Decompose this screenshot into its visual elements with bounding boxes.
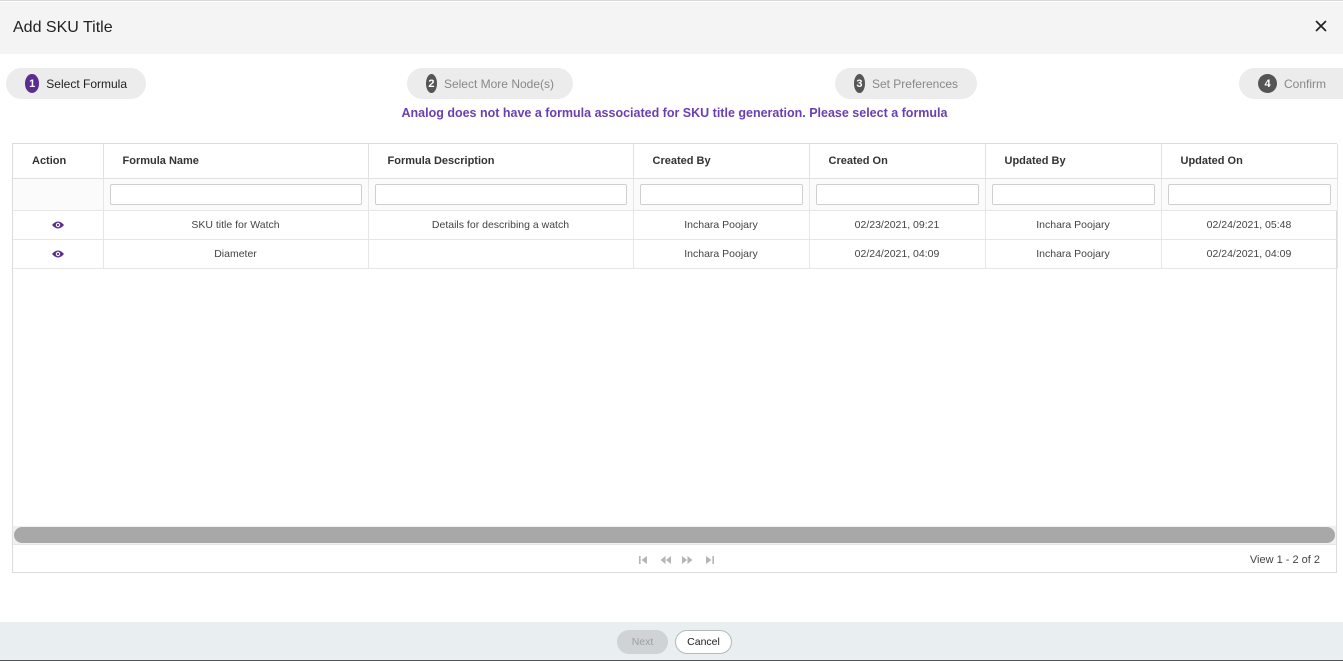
filter-cell	[368, 178, 634, 211]
filter-cell-action	[13, 178, 104, 211]
created-by-cell: Inchara Poojary	[633, 210, 810, 240]
next-page-icon[interactable]	[681, 553, 694, 565]
filter-updated-by-input[interactable]	[991, 183, 1155, 205]
table-row[interactable]: SKU title for Watch Details for describi…	[13, 210, 1338, 240]
created-by-cell: Inchara Poojary	[633, 239, 810, 269]
eye-icon[interactable]	[51, 220, 65, 230]
formula-notice: Analog does not have a formula associate…	[401, 106, 948, 120]
step-label: Select More Node(s)	[443, 76, 554, 91]
header-row: Action Formula Name Formula Description …	[13, 144, 1338, 179]
filter-created-by-input[interactable]	[639, 183, 803, 205]
filter-formula-description-input[interactable]	[374, 183, 627, 205]
dialog-title: Add SKU Title	[13, 19, 113, 36]
column-header-created-on[interactable]: Created On	[809, 144, 986, 179]
formula-table: Action Formula Name Formula Description …	[13, 144, 1338, 269]
filter-created-on-input[interactable]	[815, 183, 979, 205]
step-label: Confirm	[1284, 76, 1327, 91]
formula-grid: Action Formula Name Formula Description …	[12, 143, 1338, 573]
step-number: 1	[25, 74, 40, 93]
updated-by-cell: Inchara Poojary	[985, 210, 1162, 240]
column-header-formula-name[interactable]: Formula Name	[103, 144, 369, 179]
filter-updated-on-input[interactable]	[1167, 183, 1331, 205]
dialog-header: Add SKU Title	[0, 2, 1343, 54]
updated-on-cell: 02/24/2021, 05:48	[1161, 210, 1338, 240]
prev-page-icon[interactable]	[659, 553, 672, 565]
column-header-action[interactable]: Action	[13, 144, 104, 179]
created-on-cell: 02/24/2021, 04:09	[809, 239, 986, 269]
filter-cell	[985, 178, 1162, 211]
filter-cell	[809, 178, 986, 211]
eye-icon[interactable]	[51, 249, 65, 259]
step-number: 3	[854, 74, 865, 93]
table-row[interactable]: Diameter Inchara Poojary 02/24/2021, 04:…	[13, 239, 1338, 269]
filter-formula-name-input[interactable]	[109, 183, 362, 205]
pager-nav	[637, 553, 716, 565]
formula-description-cell: Details for describing a watch	[368, 210, 634, 240]
page-count: View 1 - 2 of 2	[1249, 554, 1320, 566]
filter-row	[13, 178, 1338, 211]
action-cell	[13, 239, 104, 269]
add-sku-title-dialog: Add SKU Title 1 Select Formula 2 Select …	[0, 0, 1343, 661]
formula-description-cell	[368, 239, 634, 269]
step-select-formula[interactable]: 1 Select Formula	[6, 68, 146, 99]
column-header-updated-on[interactable]: Updated On	[1161, 144, 1338, 179]
filter-cell	[103, 178, 369, 211]
grid-pager: View 1 - 2 of 2	[13, 544, 1336, 573]
updated-by-cell: Inchara Poojary	[985, 239, 1162, 269]
step-confirm[interactable]: 4 Confirm	[1239, 68, 1343, 99]
updated-on-cell: 02/24/2021, 04:09	[1161, 239, 1338, 269]
step-number: 4	[1258, 74, 1277, 93]
column-header-formula-description[interactable]: Formula Description	[368, 144, 634, 179]
step-select-more-nodes[interactable]: 2 Select More Node(s)	[407, 68, 573, 99]
scrollbar-thumb[interactable]	[14, 527, 1335, 543]
first-page-icon[interactable]	[637, 553, 650, 565]
step-number: 2	[426, 74, 437, 93]
filter-cell	[1161, 178, 1338, 211]
formula-name-cell: SKU title for Watch	[103, 210, 369, 240]
column-header-updated-by[interactable]: Updated By	[985, 144, 1162, 179]
next-button[interactable]: Next	[617, 630, 668, 654]
step-label: Select Formula	[46, 76, 127, 91]
step-set-preferences[interactable]: 3 Set Preferences	[835, 68, 977, 99]
created-on-cell: 02/23/2021, 09:21	[809, 210, 986, 240]
dialog-footer: Next Cancel	[0, 622, 1343, 661]
filter-cell	[633, 178, 810, 211]
action-cell	[13, 210, 104, 240]
close-icon[interactable]	[1313, 18, 1329, 34]
column-header-created-by[interactable]: Created By	[633, 144, 810, 179]
cancel-button[interactable]: Cancel	[675, 630, 732, 654]
last-page-icon[interactable]	[703, 553, 716, 565]
formula-name-cell: Diameter	[103, 239, 369, 269]
horizontal-scrollbar[interactable]	[13, 526, 1336, 544]
step-label: Set Preferences	[871, 76, 958, 91]
